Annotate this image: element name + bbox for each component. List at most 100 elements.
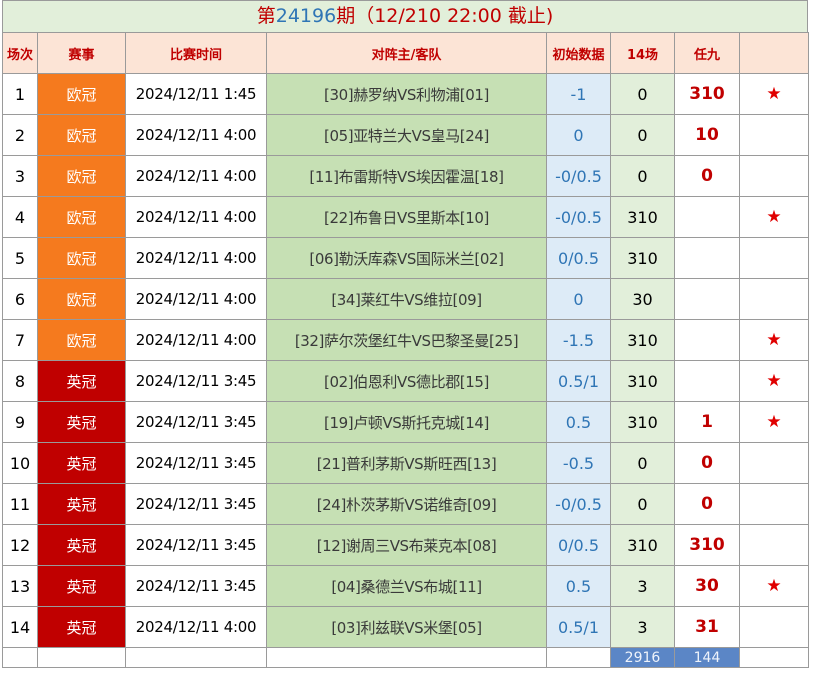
cell-r9[interactable]: 310: [674, 524, 740, 566]
cell-r9[interactable]: 10: [674, 114, 740, 156]
cell-14[interactable]: 310: [610, 237, 675, 279]
star-icon[interactable]: ★: [739, 401, 809, 443]
cell-14[interactable]: 310: [610, 524, 675, 566]
cell-odds[interactable]: 0.5/1: [546, 606, 611, 648]
cell-league[interactable]: 欧冠: [37, 114, 126, 156]
star-icon[interactable]: [739, 237, 809, 279]
cell-r9[interactable]: 1: [674, 401, 740, 443]
cell-time[interactable]: 2024/12/11 3:45: [125, 360, 267, 402]
cell-index[interactable]: 1: [2, 73, 38, 115]
star-icon[interactable]: [739, 114, 809, 156]
cell-match[interactable]: [21]普利茅斯VS斯旺西[13]: [266, 442, 547, 484]
cell-r9[interactable]: 31: [674, 606, 740, 648]
cell-14[interactable]: 3: [610, 606, 675, 648]
cell-league[interactable]: 英冠: [37, 565, 126, 607]
cell-14[interactable]: 30: [610, 278, 675, 320]
cell-match[interactable]: [22]布鲁日VS里斯本[10]: [266, 196, 547, 238]
cell-time[interactable]: 2024/12/11 3:45: [125, 442, 267, 484]
total-r9[interactable]: 144: [674, 647, 740, 668]
cell-index[interactable]: 5: [2, 237, 38, 279]
star-icon[interactable]: [739, 483, 809, 525]
cell-time[interactable]: 2024/12/11 4:00: [125, 319, 267, 361]
cell-14[interactable]: 310: [610, 196, 675, 238]
cell-time[interactable]: 2024/12/11 4:00: [125, 278, 267, 320]
cell-league[interactable]: 英冠: [37, 524, 126, 566]
cell-league[interactable]: 英冠: [37, 606, 126, 648]
cell-odds[interactable]: 0.5/1: [546, 360, 611, 402]
cell-match[interactable]: [06]勒沃库森VS国际米兰[02]: [266, 237, 547, 279]
total-14[interactable]: 2916: [610, 647, 675, 668]
cell-odds[interactable]: 0: [546, 114, 611, 156]
header-odds[interactable]: 初始数据: [546, 32, 611, 74]
cell-odds[interactable]: 0.5: [546, 401, 611, 443]
cell-odds[interactable]: -1.5: [546, 319, 611, 361]
star-icon[interactable]: ★: [739, 360, 809, 402]
cell-odds[interactable]: -0/0.5: [546, 483, 611, 525]
cell-match[interactable]: [34]莱红牛VS维拉[09]: [266, 278, 547, 320]
cell-14[interactable]: 0: [610, 114, 675, 156]
cell-14[interactable]: 0: [610, 155, 675, 197]
header-mark[interactable]: [739, 32, 809, 74]
cell-match[interactable]: [03]利兹联VS米堡[05]: [266, 606, 547, 648]
cell-14[interactable]: 310: [610, 319, 675, 361]
cell-index[interactable]: 3: [2, 155, 38, 197]
cell-league[interactable]: 欧冠: [37, 237, 126, 279]
cell-r9[interactable]: 0: [674, 155, 740, 197]
cell-odds[interactable]: -0/0.5: [546, 196, 611, 238]
cell-index[interactable]: 7: [2, 319, 38, 361]
cell-14[interactable]: 0: [610, 483, 675, 525]
cell-r9[interactable]: 310: [674, 73, 740, 115]
star-icon[interactable]: [739, 524, 809, 566]
cell-time[interactable]: 2024/12/11 3:45: [125, 401, 267, 443]
cell-r9[interactable]: [674, 237, 740, 279]
footer-cell[interactable]: [125, 647, 267, 668]
cell-14[interactable]: 0: [610, 73, 675, 115]
cell-r9[interactable]: [674, 278, 740, 320]
star-icon[interactable]: ★: [739, 319, 809, 361]
cell-index[interactable]: 4: [2, 196, 38, 238]
cell-14[interactable]: 310: [610, 401, 675, 443]
footer-cell[interactable]: [546, 647, 611, 668]
cell-league[interactable]: 欧冠: [37, 73, 126, 115]
cell-league[interactable]: 欧冠: [37, 319, 126, 361]
header-match[interactable]: 对阵主/客队: [266, 32, 547, 74]
cell-time[interactable]: 2024/12/11 4:00: [125, 196, 267, 238]
cell-time[interactable]: 2024/12/11 4:00: [125, 155, 267, 197]
star-icon[interactable]: [739, 606, 809, 648]
cell-league[interactable]: 英冠: [37, 483, 126, 525]
cell-r9[interactable]: [674, 319, 740, 361]
cell-time[interactable]: 2024/12/11 3:45: [125, 483, 267, 525]
header-14[interactable]: 14场: [610, 32, 675, 74]
cell-index[interactable]: 6: [2, 278, 38, 320]
cell-r9[interactable]: 0: [674, 442, 740, 484]
cell-index[interactable]: 8: [2, 360, 38, 402]
cell-r9[interactable]: 30: [674, 565, 740, 607]
cell-index[interactable]: 9: [2, 401, 38, 443]
footer-cell[interactable]: [2, 647, 38, 668]
cell-league[interactable]: 欧冠: [37, 278, 126, 320]
cell-time[interactable]: 2024/12/11 4:00: [125, 114, 267, 156]
star-icon[interactable]: [739, 155, 809, 197]
star-icon[interactable]: ★: [739, 196, 809, 238]
cell-index[interactable]: 11: [2, 483, 38, 525]
star-icon[interactable]: [739, 442, 809, 484]
cell-time[interactable]: 2024/12/11 4:00: [125, 606, 267, 648]
cell-match[interactable]: [12]谢周三VS布莱克本[08]: [266, 524, 547, 566]
cell-odds[interactable]: 0.5: [546, 565, 611, 607]
cell-time[interactable]: 2024/12/11 3:45: [125, 524, 267, 566]
cell-league[interactable]: 英冠: [37, 360, 126, 402]
cell-odds[interactable]: -1: [546, 73, 611, 115]
cell-match[interactable]: [24]朴茨茅斯VS诺维奇[09]: [266, 483, 547, 525]
cell-odds[interactable]: 0: [546, 278, 611, 320]
cell-match[interactable]: [11]布雷斯特VS埃因霍温[18]: [266, 155, 547, 197]
cell-index[interactable]: 2: [2, 114, 38, 156]
cell-index[interactable]: 14: [2, 606, 38, 648]
footer-cell[interactable]: [266, 647, 547, 668]
cell-match[interactable]: [04]桑德兰VS布城[11]: [266, 565, 547, 607]
cell-time[interactable]: 2024/12/11 1:45: [125, 73, 267, 115]
star-icon[interactable]: ★: [739, 565, 809, 607]
cell-league[interactable]: 欧冠: [37, 196, 126, 238]
cell-match[interactable]: [05]亚特兰大VS皇马[24]: [266, 114, 547, 156]
cell-index[interactable]: 12: [2, 524, 38, 566]
cell-index[interactable]: 10: [2, 442, 38, 484]
